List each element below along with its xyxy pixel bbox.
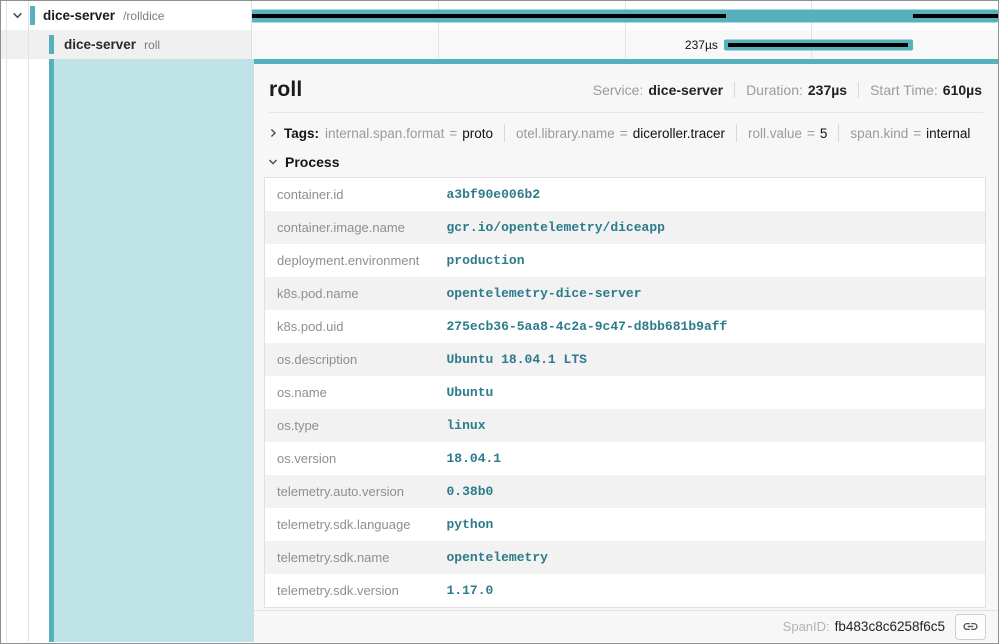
span-detail-panel: roll Service:dice-server Duration: 237µs St… xyxy=(254,59,998,642)
critical-path-segment xyxy=(251,14,726,18)
indent-guide xyxy=(6,1,7,642)
operation-name: roll xyxy=(144,38,160,52)
tag-pair: span.kind=internal xyxy=(850,126,970,141)
trace-timeline-view: dice-server /rolldice 237µs dice-server … xyxy=(0,0,999,644)
stat-label: Duration: xyxy=(746,82,803,98)
tag-separator xyxy=(838,124,839,142)
process-label: Process xyxy=(285,154,339,170)
operation-name: /rolldice xyxy=(123,9,164,23)
process-value: Ubuntu 18.04.1 LTS xyxy=(435,343,986,376)
process-value: gcr.io/opentelemetry/diceapp xyxy=(435,211,986,244)
process-value: 0.38b0 xyxy=(435,475,986,508)
span-row-rolldice[interactable]: dice-server /rolldice xyxy=(1,1,998,30)
timeline-gridline xyxy=(438,30,439,59)
span-name-cell[interactable]: dice-server /rolldice xyxy=(1,1,251,30)
chevron-right-icon xyxy=(267,127,279,139)
process-key: telemetry.sdk.version xyxy=(265,574,435,608)
span-title: roll xyxy=(269,78,302,102)
tag-separator xyxy=(504,124,505,142)
link-icon xyxy=(962,618,979,635)
process-key: telemetry.sdk.language xyxy=(265,508,435,541)
process-table-body: container.ida3bf90e006b2container.image.… xyxy=(265,178,986,608)
tag-pair: roll.value=5 xyxy=(748,126,827,141)
timeline-gridline xyxy=(625,30,626,59)
process-value: python xyxy=(435,508,986,541)
span-detail-header: roll Service:dice-server Duration: 237µs St… xyxy=(254,64,998,112)
process-value: production xyxy=(435,244,986,277)
process-table-row: os.descriptionUbuntu 18.04.1 LTS xyxy=(265,343,986,376)
process-section-header[interactable]: Process xyxy=(254,150,998,177)
span-name-cell[interactable]: dice-server roll xyxy=(1,30,251,59)
stat-label: Start Time: xyxy=(870,82,938,98)
stat-separator xyxy=(734,82,735,98)
process-key: k8s.pod.uid xyxy=(265,310,435,343)
span-row-roll[interactable]: 237µs dice-server roll xyxy=(1,30,998,59)
process-key: deployment.environment xyxy=(265,244,435,277)
process-table-row: telemetry.sdk.version1.17.0 xyxy=(265,574,986,608)
process-table-row: telemetry.auto.version0.38b0 xyxy=(265,475,986,508)
process-value: 1.17.0 xyxy=(435,574,986,608)
process-key: os.name xyxy=(265,376,435,409)
process-value: linux xyxy=(435,409,986,442)
critical-path-segment xyxy=(913,14,998,18)
tags-pairs: internal.span.format=proto otel.library.n… xyxy=(325,124,970,142)
span-duration-label: 237µs xyxy=(685,38,724,52)
span-detail-footer: SpanID: fb483c8c6258f6c5 xyxy=(254,610,998,642)
span-color-bar xyxy=(49,35,54,54)
process-value: opentelemetry-dice-server xyxy=(435,277,986,310)
process-value: a3bf90e006b2 xyxy=(435,178,986,212)
service-name: dice-server xyxy=(64,37,136,52)
critical-path-segment xyxy=(728,43,908,47)
process-table-row: container.ida3bf90e006b2 xyxy=(265,178,986,212)
stat-label: Service: xyxy=(593,82,644,98)
process-value: Ubuntu xyxy=(435,376,986,409)
tags-section-header[interactable]: Tags: internal.span.format=proto otel.lib… xyxy=(254,113,998,150)
process-key-value-table: container.ida3bf90e006b2container.image.… xyxy=(264,177,986,608)
span-detail-tint[interactable] xyxy=(54,59,254,642)
stat-value: dice-server xyxy=(648,82,723,98)
span-color-bar xyxy=(30,6,35,25)
span-stats: Service:dice-server Duration: 237µs Start T… xyxy=(593,82,982,98)
process-key: container.image.name xyxy=(265,211,435,244)
process-key: os.version xyxy=(265,442,435,475)
chevron-down-icon xyxy=(267,156,279,168)
service-name: dice-server xyxy=(43,8,115,23)
chevron-down-icon[interactable] xyxy=(9,9,26,22)
process-key: os.description xyxy=(265,343,435,376)
copy-link-button[interactable] xyxy=(955,614,986,640)
stat-value: 610µs xyxy=(943,82,982,98)
tags-label: Tags: xyxy=(284,126,319,141)
tag-pair: otel.library.name=diceroller.tracer xyxy=(516,126,725,141)
process-table-row: k8s.pod.nameopentelemetry-dice-server xyxy=(265,277,986,310)
process-table-row: os.version18.04.1 xyxy=(265,442,986,475)
indent-guide xyxy=(28,1,29,642)
spanid-label: SpanID: xyxy=(783,619,830,634)
process-key: os.type xyxy=(265,409,435,442)
stat-separator xyxy=(858,82,859,98)
process-table-row: deployment.environmentproduction xyxy=(265,244,986,277)
span-timeline-cell: 237µs xyxy=(251,30,998,59)
process-table-row: container.image.namegcr.io/opentelemetry… xyxy=(265,211,986,244)
process-table-row: k8s.pod.uid275ecb36-5aa8-4c2a-9c47-d8bb6… xyxy=(265,310,986,343)
tag-separator xyxy=(736,124,737,142)
span-timeline-cell xyxy=(251,1,998,30)
name-column-divider xyxy=(251,1,252,59)
process-value: 275ecb36-5aa8-4c2a-9c47-d8bb681b9aff xyxy=(435,310,986,343)
span-detail-row: roll Service:dice-server Duration: 237µs St… xyxy=(1,59,998,642)
process-value: 18.04.1 xyxy=(435,442,986,475)
tag-pair: internal.span.format=proto xyxy=(325,126,493,141)
process-table-row: os.typelinux xyxy=(265,409,986,442)
process-value: opentelemetry xyxy=(435,541,986,574)
process-key: telemetry.sdk.name xyxy=(265,541,435,574)
process-key: k8s.pod.name xyxy=(265,277,435,310)
spanid-value: fb483c8c6258f6c5 xyxy=(835,619,945,634)
process-key: telemetry.auto.version xyxy=(265,475,435,508)
process-table-row: telemetry.sdk.languagepython xyxy=(265,508,986,541)
stat-value: 237µs xyxy=(808,82,847,98)
process-key: container.id xyxy=(265,178,435,212)
process-table-row: telemetry.sdk.nameopentelemetry xyxy=(265,541,986,574)
process-table-row: os.nameUbuntu xyxy=(265,376,986,409)
